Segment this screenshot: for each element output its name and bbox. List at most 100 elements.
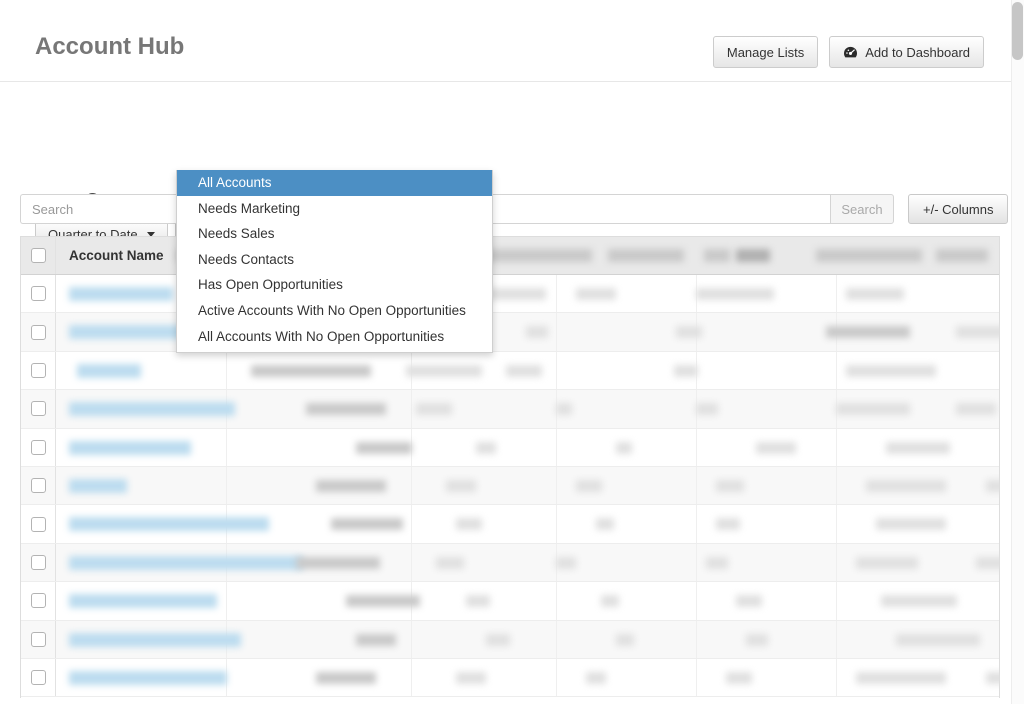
column-divider: [836, 658, 837, 697]
actions-dropdown-menu[interactable]: All Accounts Needs Marketing Needs Sales Ne…: [176, 170, 493, 354]
row-select-cell: [21, 275, 56, 313]
dropdown-option-2[interactable]: Needs Sales: [177, 221, 492, 247]
redacted-account-name-link[interactable]: [77, 363, 141, 378]
page-scrollbar-thumb[interactable]: [1012, 2, 1023, 60]
row-cells: [56, 351, 999, 390]
row-select-checkbox[interactable]: [30, 631, 46, 647]
column-divider: [696, 466, 697, 505]
table-row[interactable]: [21, 543, 999, 583]
column-divider: [696, 428, 697, 466]
add-to-dashboard-button[interactable]: Add to Dashboard: [829, 36, 984, 68]
dropdown-option-6[interactable]: All Accounts With No Open Opportunities: [177, 324, 492, 350]
table-row[interactable]: [21, 505, 999, 544]
row-select-checkbox[interactable]: [30, 593, 46, 609]
row-select-checkbox[interactable]: [30, 324, 46, 340]
redacted-cell-value: [416, 403, 452, 416]
redacted-account-name-link[interactable]: [69, 440, 191, 455]
column-divider: [556, 466, 557, 505]
table-row[interactable]: [21, 428, 999, 467]
redacted-cell-value: [856, 556, 918, 569]
row-select-checkbox[interactable]: [30, 286, 46, 302]
dropdown-option-4[interactable]: Has Open Opportunities: [177, 272, 492, 298]
redacted-cell-value: [716, 479, 744, 492]
row-select-checkbox[interactable]: [30, 516, 46, 532]
column-divider: [226, 351, 227, 390]
redacted-cell-value: [876, 518, 946, 531]
table-row[interactable]: [21, 620, 999, 659]
search-row: Search +/- Columns: [20, 194, 1009, 224]
table-row[interactable]: [21, 275, 999, 314]
redacted-cell-value: [706, 556, 728, 569]
redacted-account-name-link[interactable]: [69, 517, 269, 532]
redacted-account-name-link[interactable]: [69, 632, 241, 647]
redacted-cell-value: [251, 364, 371, 377]
redacted-cell-value: [956, 403, 996, 416]
dropdown-option-5[interactable]: Active Accounts With No Open Opportuniti…: [177, 298, 492, 324]
redacted-account-name-link[interactable]: [69, 478, 127, 493]
row-select-cell: [21, 313, 56, 351]
column-divider: [836, 505, 837, 543]
redacted-cell-value: [616, 633, 634, 646]
manage-lists-button[interactable]: Manage Lists: [712, 36, 819, 68]
column-divider: [696, 505, 697, 543]
row-select-checkbox[interactable]: [30, 670, 46, 686]
redacted-cell-value: [316, 671, 376, 684]
redacted-account-name-link[interactable]: [69, 287, 173, 301]
table-row[interactable]: [21, 582, 999, 621]
select-all-checkbox[interactable]: [30, 248, 46, 263]
column-divider: [836, 466, 837, 505]
row-select-cell: [21, 543, 56, 582]
account-hub-page: Account Hub Manage Lists Add to Dashboar…: [0, 0, 1024, 704]
row-select-checkbox[interactable]: [30, 478, 46, 494]
redacted-cell-value: [866, 479, 946, 492]
redacted-cell-value: [456, 518, 482, 531]
row-select-checkbox[interactable]: [30, 362, 46, 378]
dropdown-option-0[interactable]: All Accounts: [177, 170, 492, 196]
column-divider: [411, 543, 412, 582]
column-header-account-name[interactable]: Account Name: [56, 248, 164, 263]
redacted-cell-value: [756, 441, 796, 454]
table-row[interactable]: [21, 390, 999, 429]
table-row[interactable]: [21, 466, 999, 506]
redacted-cell-value: [696, 288, 774, 300]
dropdown-option-1[interactable]: Needs Marketing: [177, 196, 492, 222]
row-select-cell: [21, 351, 56, 390]
column-divider: [556, 620, 557, 658]
column-divider: [411, 505, 412, 543]
row-cells: [56, 428, 999, 466]
redacted-cell-value: [346, 595, 420, 608]
redacted-cell-value: [846, 288, 904, 300]
row-select-cell: [21, 505, 56, 543]
column-divider: [411, 620, 412, 658]
row-cells: [56, 620, 999, 658]
redacted-account-name-link[interactable]: [69, 594, 217, 609]
toggle-columns-button[interactable]: +/- Columns: [908, 194, 1009, 224]
add-to-dashboard-label: Add to Dashboard: [865, 44, 970, 60]
header-actions: Manage Lists Add to Dashboard: [712, 36, 984, 68]
search-button[interactable]: Search: [830, 194, 894, 224]
redacted-account-name-link[interactable]: [69, 670, 227, 685]
row-select-checkbox[interactable]: [30, 401, 46, 417]
row-select-cell: [21, 466, 56, 505]
table-row[interactable]: [21, 313, 999, 352]
table-row[interactable]: [21, 351, 999, 391]
page-scrollbar-track[interactable]: [1011, 0, 1024, 704]
redacted-cell-value: [306, 403, 386, 416]
row-select-cell: [21, 620, 56, 658]
redacted-account-name-link[interactable]: [69, 402, 235, 417]
row-select-checkbox[interactable]: [30, 554, 46, 570]
redacted-cell-value: [836, 403, 910, 416]
page-header: Account Hub Manage Lists Add to Dashboar…: [0, 0, 1012, 82]
search-button-label: Search: [841, 201, 883, 217]
column-divider: [411, 466, 412, 505]
dropdown-option-3[interactable]: Needs Contacts: [177, 247, 492, 273]
redacted-account-name-link[interactable]: [69, 555, 303, 570]
redacted-cell-value: [736, 595, 762, 608]
page-title: Account Hub: [35, 33, 185, 60]
row-select-checkbox[interactable]: [30, 439, 46, 455]
table-row[interactable]: [21, 658, 999, 698]
redacted-cell-value: [976, 556, 999, 569]
redacted-cell-value: [356, 441, 412, 454]
redacted-cell-value: [956, 326, 999, 339]
redacted-cell-value: [506, 364, 542, 377]
